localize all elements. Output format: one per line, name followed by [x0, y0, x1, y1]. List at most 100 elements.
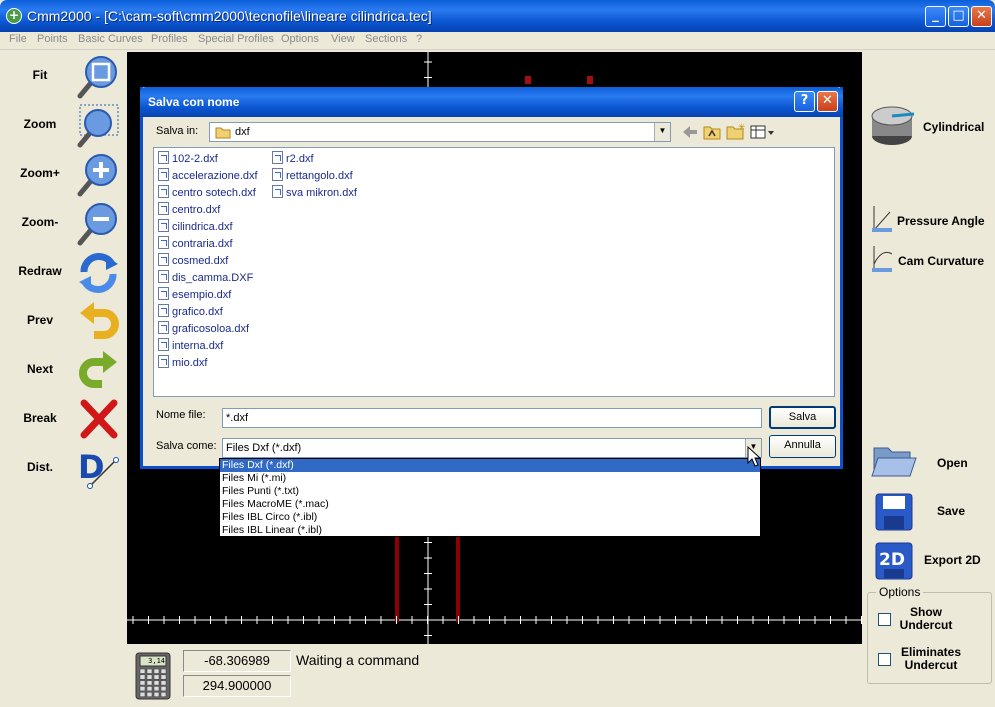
- close-button[interactable]: ✕: [971, 6, 992, 27]
- option-ibl-circo[interactable]: Files IBL Circo (*.ibl): [220, 511, 760, 524]
- app-icon[interactable]: +: [6, 8, 22, 24]
- file-name: contraria.dxf: [172, 238, 233, 250]
- file-item[interactable]: cosmed.dxf: [158, 253, 228, 270]
- file-item[interactable]: centro.dxf: [158, 202, 220, 219]
- menu-sections[interactable]: Sections: [365, 33, 407, 45]
- next-button[interactable]: Next: [0, 346, 127, 395]
- calculator-key: [160, 680, 167, 686]
- calculator-key: [139, 680, 146, 686]
- file-item[interactable]: sva mikron.dxf: [272, 185, 357, 202]
- red-x-icon: [80, 399, 118, 439]
- option-dxf[interactable]: Files Dxf (*.dxf): [220, 459, 760, 472]
- calculator-key: [153, 668, 160, 674]
- dxf-file-icon: [158, 236, 169, 249]
- help-button[interactable]: ?: [794, 91, 815, 112]
- export-2d-button[interactable]: 2D Export 2D: [870, 539, 992, 581]
- folder-open-icon: [871, 447, 917, 477]
- menu-profiles[interactable]: Profiles: [151, 33, 188, 45]
- break-button[interactable]: Break: [0, 395, 127, 444]
- save-in-select[interactable]: dxf ▼: [209, 122, 671, 142]
- dxf-file-icon: [158, 304, 169, 317]
- zoom-label: Zoom: [23, 117, 57, 131]
- savetype-value: Files Dxf (*.dxf): [226, 442, 302, 454]
- show-undercut-checkbox[interactable]: [878, 613, 891, 626]
- file-name: mio.dxf: [172, 357, 208, 369]
- svg-text:✳: ✳: [738, 123, 746, 133]
- y-coordinate-value: 294.900000: [183, 675, 291, 697]
- new-folder-icon[interactable]: ✳: [726, 122, 746, 140]
- eliminates-undercut-checkbox[interactable]: [878, 653, 891, 666]
- option-txt[interactable]: Files Punti (*.txt): [220, 485, 760, 498]
- option-ibl-linear[interactable]: Files IBL Linear (*.ibl): [220, 524, 760, 537]
- next-label: Next: [26, 362, 53, 376]
- dist-button[interactable]: Dist. D: [0, 444, 127, 493]
- file-item[interactable]: grafico.dxf: [158, 304, 223, 321]
- menu-file[interactable]: File: [9, 33, 27, 45]
- show-undercut-label: Show Undercut: [899, 605, 953, 632]
- redraw-button[interactable]: Redraw: [0, 248, 127, 297]
- save-dialog-button[interactable]: Salva: [769, 406, 836, 429]
- file-item[interactable]: accelerazione.dxf: [158, 168, 258, 185]
- file-name: accelerazione.dxf: [172, 170, 258, 182]
- redo-arrow-icon: [79, 351, 117, 388]
- calculator-key: [153, 686, 160, 692]
- option-mi[interactable]: Files Mi (*.mi): [220, 472, 760, 485]
- undo-arrow-icon: [80, 302, 119, 339]
- svg-text:D: D: [78, 448, 105, 486]
- up-folder-icon[interactable]: [703, 124, 721, 140]
- option-mac[interactable]: Files MacroME (*.mac): [220, 498, 760, 511]
- cancel-button[interactable]: Annulla: [769, 435, 836, 458]
- redraw-arrows-icon: [79, 252, 118, 294]
- filename-input[interactable]: *.dxf: [222, 408, 762, 428]
- menu-options[interactable]: Options: [281, 33, 319, 45]
- view-menu-icon[interactable]: [750, 124, 776, 140]
- file-item[interactable]: 102-2.dxf: [158, 151, 218, 168]
- maximize-button[interactable]: □: [948, 6, 969, 27]
- zoom-button[interactable]: Zoom: [0, 101, 127, 150]
- file-item[interactable]: mio.dxf: [158, 355, 207, 372]
- svg-text:2D: 2D: [879, 550, 905, 570]
- file-item[interactable]: graficosoloa.dxf: [158, 321, 249, 338]
- pressure-angle-button[interactable]: Pressure Angle: [870, 204, 992, 236]
- dialog-close-button[interactable]: ✕: [817, 91, 838, 112]
- file-item[interactable]: r2.dxf: [272, 151, 314, 168]
- file-item[interactable]: dis_camma.DXF: [158, 270, 253, 287]
- menu-view[interactable]: View: [331, 33, 355, 45]
- save-button[interactable]: Save: [870, 490, 992, 532]
- cam-curvature-button[interactable]: Cam Curvature: [870, 244, 992, 276]
- calculator-button[interactable]: 3,14: [135, 652, 171, 700]
- zoom-in-button[interactable]: Zoom+: [0, 150, 127, 199]
- menu-help[interactable]: ?: [416, 33, 422, 45]
- file-item[interactable]: contraria.dxf: [158, 236, 233, 253]
- file-item[interactable]: centro sotech.dxf: [158, 185, 256, 202]
- save-in-dropdown-arrow[interactable]: ▼: [654, 123, 670, 141]
- export-2d-label: Export 2D: [924, 553, 981, 567]
- cylindrical-label: Cylindrical: [923, 120, 985, 134]
- cylindrical-button[interactable]: Cylindrical: [870, 102, 992, 152]
- save-in-value: dxf: [235, 126, 250, 138]
- prev-button[interactable]: Prev: [0, 297, 127, 346]
- menu-special-profiles[interactable]: Special Profiles: [198, 33, 274, 45]
- minimize-button[interactable]: _: [925, 6, 946, 27]
- file-item[interactable]: esempio.dxf: [158, 287, 231, 304]
- status-bar: 3,14 -68.306989 294.900000 Waiting a com…: [127, 644, 862, 707]
- open-button[interactable]: Open: [870, 440, 992, 482]
- calculator-key: [160, 686, 167, 692]
- fit-label: Fit: [32, 68, 48, 82]
- calculator-key: [146, 691, 153, 697]
- file-name: grafico.dxf: [172, 306, 223, 318]
- file-item[interactable]: rettangolo.dxf: [272, 168, 353, 185]
- savetype-label: Salva come:: [156, 440, 217, 452]
- menu-points[interactable]: Points: [37, 33, 68, 45]
- dxf-file-icon: [272, 185, 283, 198]
- zoom-in-icon: [77, 154, 117, 197]
- file-item[interactable]: cilindrica.dxf: [158, 219, 233, 236]
- back-arrow-icon[interactable]: [681, 124, 699, 140]
- zoom-out-button[interactable]: Zoom-: [0, 199, 127, 248]
- file-item[interactable]: interna.dxf: [158, 338, 223, 355]
- fit-button[interactable]: Fit: [0, 52, 127, 101]
- savetype-select[interactable]: Files Dxf (*.dxf) ▼: [222, 438, 762, 458]
- file-list[interactable]: 102-2.dxf accelerazione.dxf centro sotech.…: [153, 147, 835, 397]
- menu-basic-curves[interactable]: Basic Curves: [78, 33, 143, 45]
- file-name: sva mikron.dxf: [286, 187, 357, 199]
